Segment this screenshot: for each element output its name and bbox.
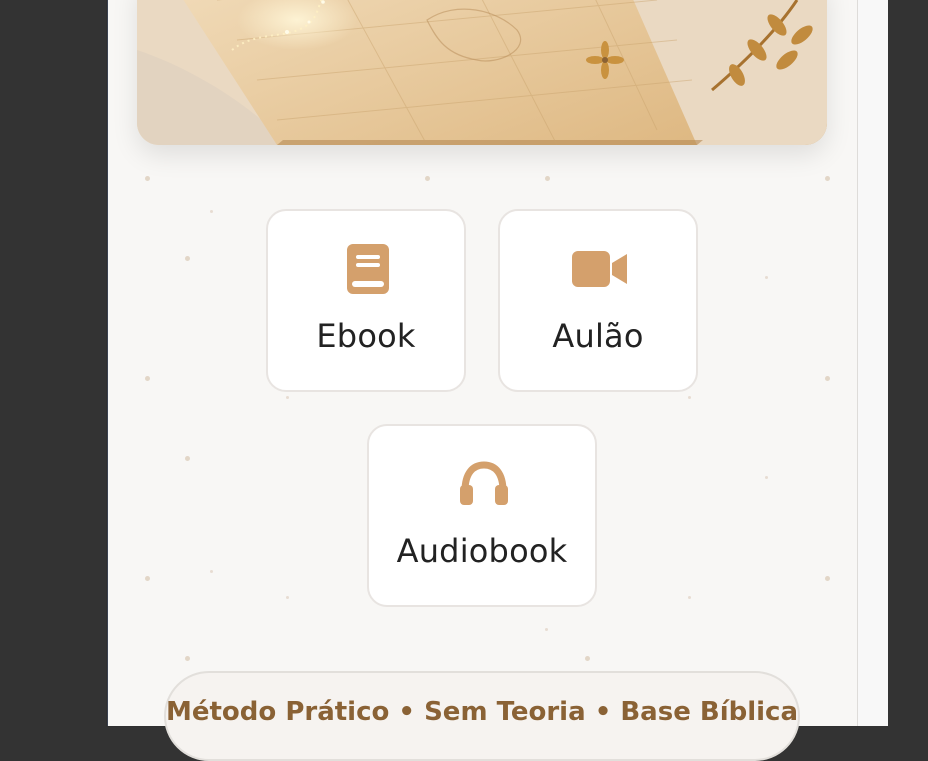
headphones-icon [460,461,508,505]
open-bible-with-sparkles-image [137,0,827,145]
scroll-edge [857,0,888,726]
aulao-label: Aulão [552,317,644,355]
features-pill-text: Método Prático • Sem Teoria • Base Bíbli… [166,697,799,727]
audiobook-label: Audiobook [396,532,568,570]
features-pill: Método Prático • Sem Teoria • Base Bíbli… [164,671,800,761]
aulao-option-card[interactable]: Aulão [498,209,698,392]
ebook-label: Ebook [316,317,416,355]
app-frame: Ebook Aulão Audiobook Método Prático • S… [0,0,928,761]
audiobook-option-card[interactable]: Audiobook [367,424,597,607]
ebook-option-card[interactable]: Ebook [266,209,466,392]
video-camera-icon [572,251,627,287]
book-icon [347,244,389,294]
hero-image [137,0,827,145]
